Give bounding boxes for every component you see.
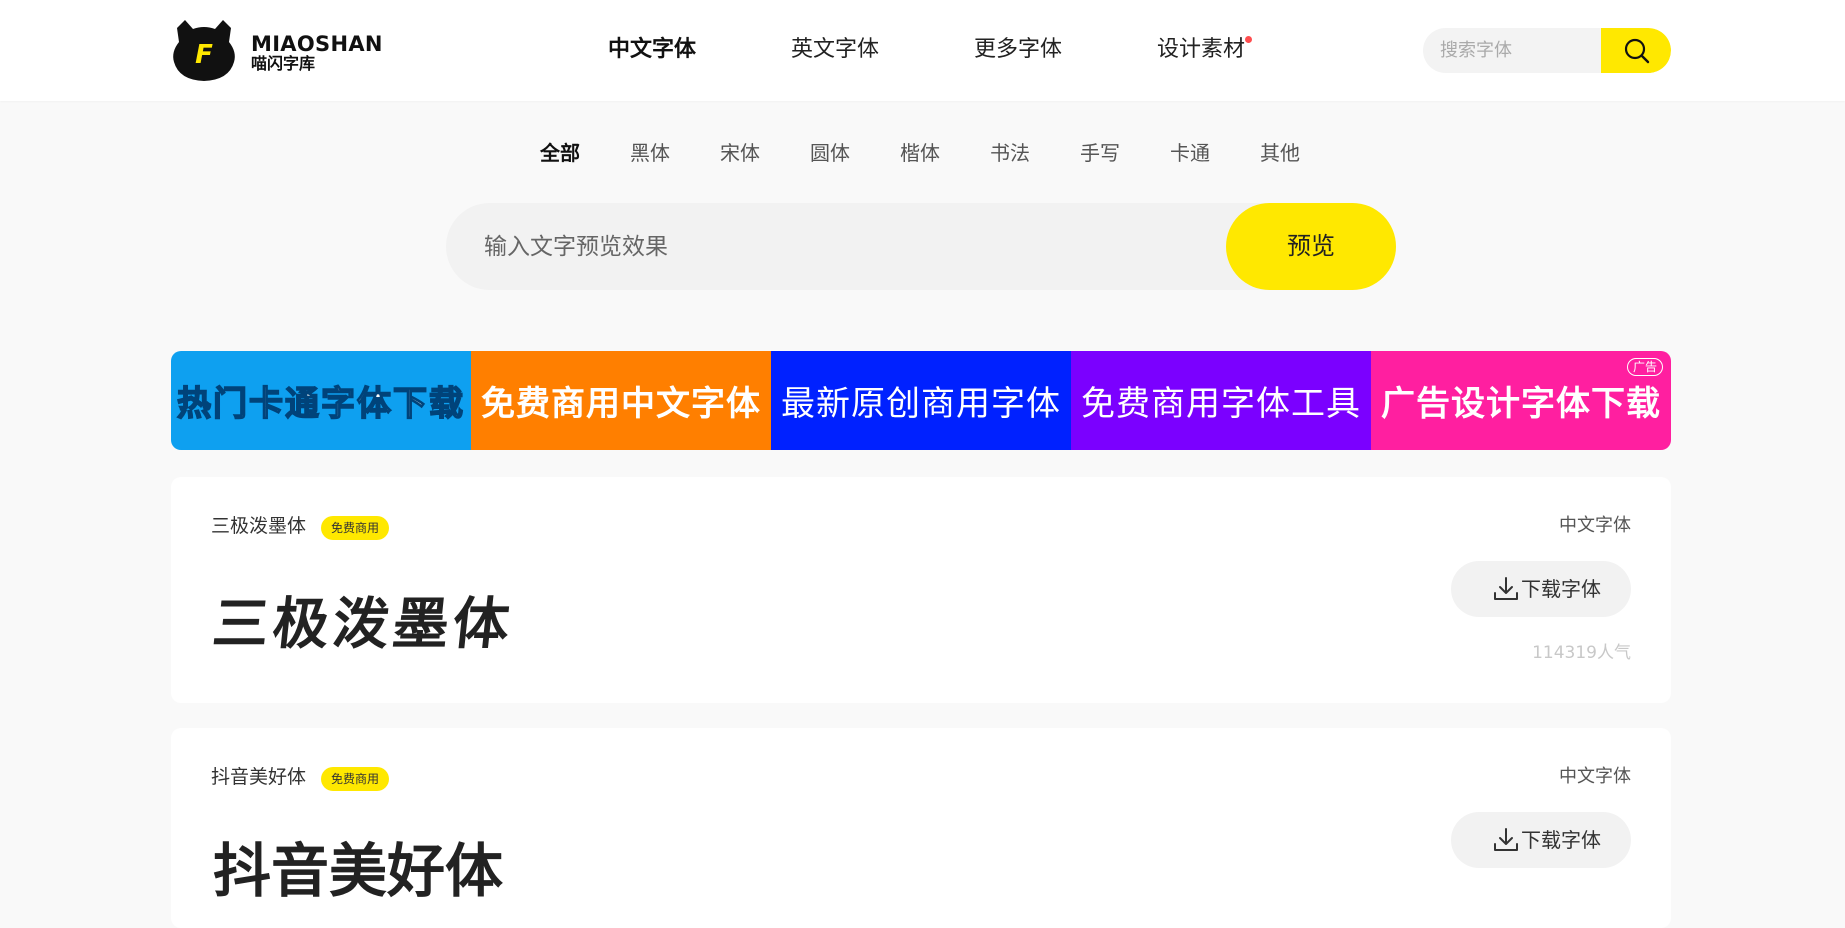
logo-subtitle: 喵闪字库 <box>251 54 316 73</box>
promo-banners: 热门卡通字体下载 免费商用中文字体 最新原创商用字体 免费商用字体工具 广告设计… <box>171 351 1671 450</box>
font-type: 中文字体 <box>1559 766 1631 787</box>
banner-new-original-fonts[interactable]: 最新原创商用字体 <box>771 351 1071 450</box>
preview-bar: 预览 <box>446 203 1396 290</box>
download-font-label: 下载字体 <box>1521 577 1601 601</box>
download-icon <box>1494 577 1518 600</box>
free-commercial-badge: 免费商用 <box>321 516 390 540</box>
font-name[interactable]: 三极泼墨体 <box>211 513 306 539</box>
category-tab-kaiti[interactable]: 楷体 <box>900 136 940 170</box>
font-name[interactable]: 抖音美好体 <box>211 764 306 790</box>
logo-letter: F <box>195 40 213 70</box>
font-card: 抖音美好体 免费商用 中文字体 抖音美好体 下载字体 <box>171 728 1671 928</box>
banner-ad-design-fonts[interactable]: 广告设计字体下载 广告 <box>1371 351 1671 450</box>
site-logo[interactable]: F MIAOSHAN 喵闪字库 <box>171 18 383 82</box>
category-tab-yuanti[interactable]: 圆体 <box>810 136 850 170</box>
category-tab-all[interactable]: 全部 <box>532 136 590 170</box>
free-commercial-badge: 免费商用 <box>321 767 390 791</box>
font-sample-preview[interactable]: 三极泼墨体 <box>209 589 517 659</box>
notification-dot <box>1245 36 1253 43</box>
top-header: F MIAOSHAN 喵闪字库 中文字体 英文字体 更多字体 设计素材 <box>0 0 1845 101</box>
font-sample-preview[interactable]: 抖音美好体 <box>213 836 503 906</box>
category-tab-heiti[interactable]: 黑体 <box>630 136 670 170</box>
category-tab-calligraphy[interactable]: 书法 <box>990 136 1030 170</box>
font-search-button[interactable] <box>1601 28 1671 73</box>
font-card: 三极泼墨体 免费商用 中文字体 三极泼墨体 下载字体 114319人气 <box>171 477 1671 703</box>
category-tab-other[interactable]: 其他 <box>1260 136 1300 170</box>
category-tab-songti[interactable]: 宋体 <box>720 136 760 170</box>
logo-title: MIAOSHAN <box>251 32 383 56</box>
banner-cartoon-fonts[interactable]: 热门卡通字体下载 <box>171 351 471 450</box>
font-search <box>1423 28 1671 73</box>
download-font-button[interactable]: 下载字体 <box>1451 561 1631 617</box>
download-font-label: 下载字体 <box>1521 828 1601 852</box>
category-tab-cartoon[interactable]: 卡通 <box>1170 136 1210 170</box>
ad-badge: 广告 <box>1626 358 1663 376</box>
popularity-count: 114319人气 <box>1532 643 1631 663</box>
nav-chinese-fonts[interactable]: 中文字体 <box>605 30 699 70</box>
font-search-input[interactable] <box>1423 28 1599 73</box>
category-tab-handwriting[interactable]: 手写 <box>1080 136 1120 170</box>
preview-button[interactable]: 预览 <box>1226 203 1396 290</box>
download-icon <box>1494 828 1518 851</box>
search-icon <box>1624 38 1650 64</box>
banner-font-tools[interactable]: 免费商用字体工具 <box>1071 351 1371 450</box>
preview-text-input[interactable] <box>446 203 1226 290</box>
font-type: 中文字体 <box>1559 515 1631 536</box>
category-tabs: 全部 黑体 宋体 圆体 楷体 书法 手写 卡通 其他 <box>0 136 1845 170</box>
download-font-button[interactable]: 下载字体 <box>1451 812 1631 868</box>
banner-ad-design-fonts-text: 广告设计字体下载 <box>1381 384 1661 424</box>
banner-free-chinese-fonts[interactable]: 免费商用中文字体 <box>471 351 771 450</box>
nav-more-fonts[interactable]: 更多字体 <box>974 30 1062 70</box>
nav-design-assets[interactable]: 设计素材 <box>1157 30 1253 70</box>
nav-design-assets-label: 设计素材 <box>1157 37 1246 62</box>
nav-english-fonts[interactable]: 英文字体 <box>791 30 879 70</box>
